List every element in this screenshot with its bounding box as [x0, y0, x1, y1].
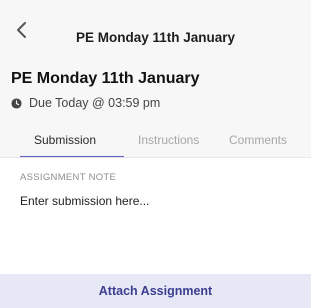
- due-date-row: Due Today @ 03:59 pm: [11, 96, 160, 110]
- attach-assignment-button[interactable]: Attach Assignment: [0, 274, 311, 308]
- assignment-note-label: ASSIGNMENT NOTE: [20, 172, 117, 183]
- page-title: PE Monday 11th January: [11, 70, 200, 87]
- tab-comments[interactable]: Comments: [229, 133, 287, 147]
- nav-bar: PE Monday 11th January: [0, 0, 311, 56]
- due-date-text: Due Today @ 03:59 pm: [29, 96, 161, 110]
- tab-submission[interactable]: Submission: [34, 133, 96, 147]
- nav-title: PE Monday 11th January: [75, 30, 236, 45]
- clock-icon: [11, 97, 22, 109]
- tab-instructions[interactable]: Instructions: [138, 133, 199, 147]
- submission-note-input[interactable]: [20, 190, 290, 212]
- tab-bar: Submission Instructions Comments: [0, 125, 311, 158]
